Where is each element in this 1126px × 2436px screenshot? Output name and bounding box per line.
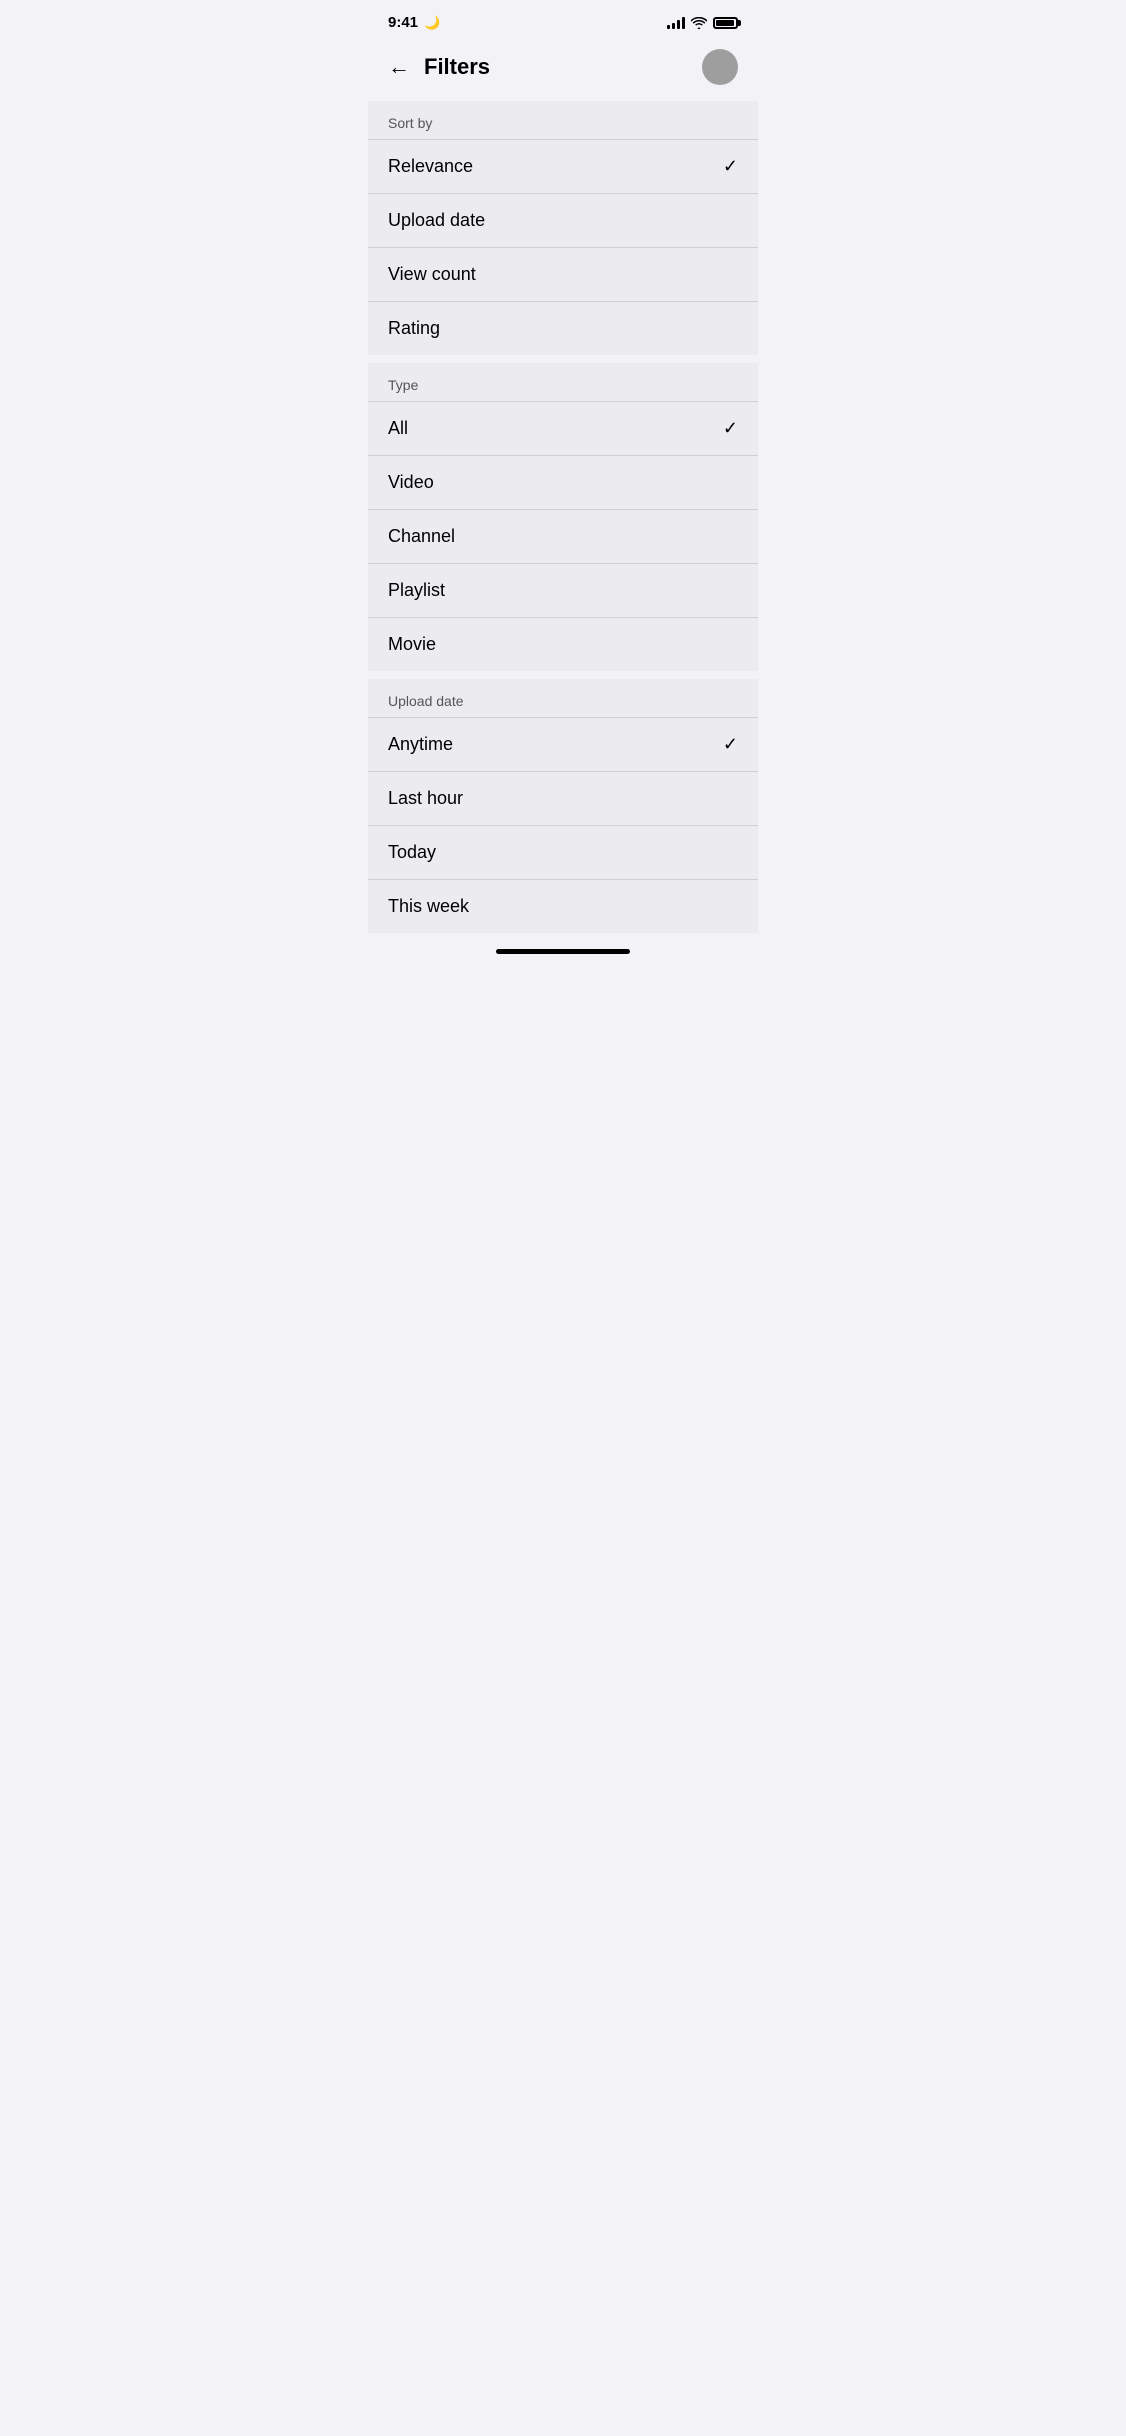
wifi-icon <box>691 17 707 29</box>
filter-label-upload-date-3: This week <box>388 896 469 917</box>
filter-item-sort-by-2[interactable]: View count <box>368 247 758 301</box>
moon-icon: 🌙 <box>424 15 440 30</box>
filter-item-sort-by-0[interactable]: Relevance ✓ <box>368 139 758 193</box>
filter-label-sort-by-3: Rating <box>388 318 440 339</box>
filter-item-type-0[interactable]: All ✓ <box>368 401 758 455</box>
filters-container: Sort by Relevance ✓ Upload date View count Ra… <box>368 101 758 933</box>
home-indicator <box>496 949 630 954</box>
section-header-sort-by: Sort by <box>368 101 758 139</box>
status-bar: 9:41 🌙 <box>368 0 758 39</box>
filter-item-upload-date-2[interactable]: Today <box>368 825 758 879</box>
page-title: Filters <box>424 54 490 80</box>
filter-item-upload-date-0[interactable]: Anytime ✓ <box>368 717 758 771</box>
status-icons <box>667 17 738 29</box>
filter-item-type-2[interactable]: Channel <box>368 509 758 563</box>
checkmark-icon-type-0: ✓ <box>723 418 738 439</box>
section-upload-date: Upload date Anytime ✓ Last hour Today This we… <box>368 679 758 933</box>
filter-label-type-2: Channel <box>388 526 455 547</box>
filter-item-type-3[interactable]: Playlist <box>368 563 758 617</box>
section-header-upload-date: Upload date <box>368 679 758 717</box>
checkmark-icon-sort-by-0: ✓ <box>723 156 738 177</box>
filter-label-type-1: Video <box>388 472 434 493</box>
section-header-type: Type <box>368 363 758 401</box>
filter-item-type-1[interactable]: Video <box>368 455 758 509</box>
filter-label-upload-date-0: Anytime <box>388 734 453 755</box>
battery-icon <box>713 17 738 29</box>
page-header: ← Filters <box>368 39 758 101</box>
back-arrow-icon: ← <box>388 54 410 80</box>
filter-label-upload-date-2: Today <box>388 842 436 863</box>
status-time: 9:41 🌙 <box>388 14 440 31</box>
filter-item-type-4[interactable]: Movie <box>368 617 758 671</box>
signal-icon <box>667 17 685 29</box>
filter-label-type-0: All <box>388 418 408 439</box>
filter-label-upload-date-1: Last hour <box>388 788 463 809</box>
filter-item-upload-date-1[interactable]: Last hour <box>368 771 758 825</box>
filter-label-sort-by-0: Relevance <box>388 156 473 177</box>
filter-item-sort-by-3[interactable]: Rating <box>368 301 758 355</box>
avatar[interactable] <box>702 49 738 85</box>
filter-label-sort-by-2: View count <box>388 264 476 285</box>
filter-label-type-4: Movie <box>388 634 436 655</box>
section-sort-by: Sort by Relevance ✓ Upload date View count Ra… <box>368 101 758 355</box>
section-type: Type All ✓ Video Channel Playlist Movie <box>368 363 758 671</box>
filter-label-type-3: Playlist <box>388 580 445 601</box>
filter-item-upload-date-3[interactable]: This week <box>368 879 758 933</box>
filter-label-sort-by-1: Upload date <box>388 210 485 231</box>
header-left: ← Filters <box>384 50 490 84</box>
checkmark-icon-upload-date-0: ✓ <box>723 734 738 755</box>
back-button[interactable]: ← <box>384 50 414 84</box>
filter-item-sort-by-1[interactable]: Upload date <box>368 193 758 247</box>
